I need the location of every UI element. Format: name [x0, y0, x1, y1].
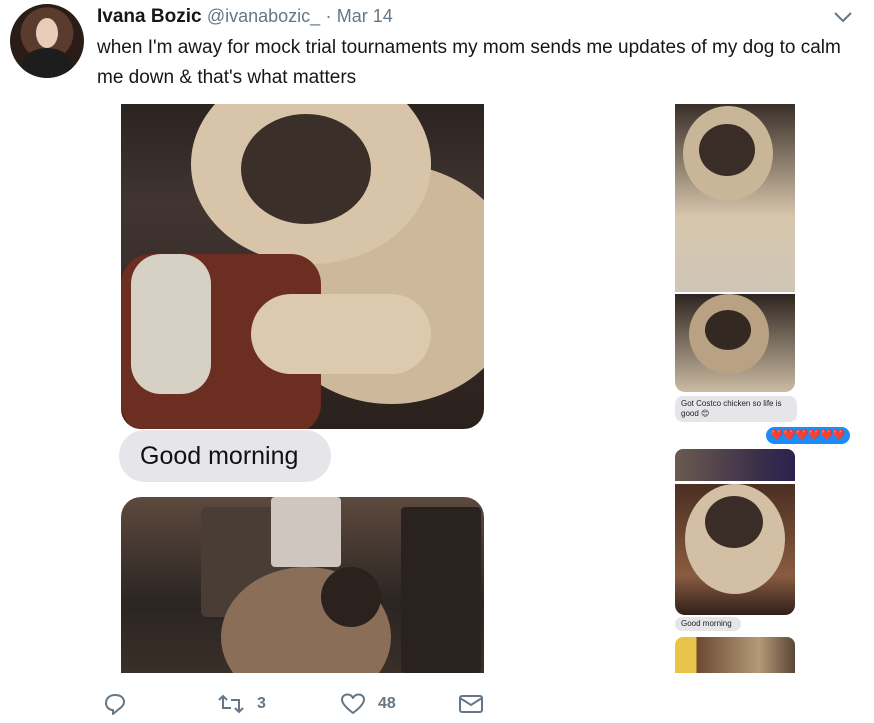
thumbnail-4[interactable]: [675, 484, 795, 615]
thumbnail-3[interactable]: [675, 449, 795, 481]
message-bubble-hearts: ❤️❤️❤️❤️❤️❤️: [766, 427, 850, 444]
reply-icon: [105, 694, 125, 715]
message-bubble-good-morning: Good morning: [119, 430, 331, 482]
thumbnail-5[interactable]: [675, 637, 795, 673]
retweet-icon: [218, 694, 244, 714]
pug-photo-1[interactable]: [121, 104, 484, 429]
thumbnail-2[interactable]: [675, 294, 795, 392]
message-bubble-costco: Got Costco chicken so life is good 😊: [675, 396, 797, 422]
like-button[interactable]: 48: [340, 690, 396, 718]
separator-dot: ·: [325, 6, 332, 26]
retweet-button[interactable]: 3: [217, 690, 266, 718]
fleece-blanket: [131, 254, 211, 394]
tweet-date[interactable]: Mar 14: [337, 6, 393, 26]
chevron-down-icon[interactable]: [832, 8, 854, 26]
thumbnail-1[interactable]: [675, 104, 795, 292]
avatar-body: [22, 48, 72, 78]
thumb-pug-muzzle-4: [705, 496, 763, 548]
pug-paw: [251, 294, 431, 374]
like-count: 48: [378, 695, 396, 712]
reply-button[interactable]: [104, 690, 138, 718]
avatar[interactable]: [10, 4, 84, 78]
tweet-actions: 3 48: [0, 690, 874, 720]
thumb-pug-muzzle: [699, 124, 755, 176]
window: [271, 497, 341, 567]
user-handle[interactable]: @ivanabozic_: [207, 6, 320, 26]
shelf: [401, 507, 481, 673]
heart-icon: [341, 693, 365, 714]
direct-message-button[interactable]: [458, 690, 484, 718]
pug-ear-2: [321, 567, 381, 627]
retweet-count: 3: [257, 695, 266, 712]
tweet-header: Ivana Bozic @ivanabozic_ · Mar 14: [97, 6, 393, 28]
display-name[interactable]: Ivana Bozic: [97, 6, 202, 27]
pug-photo-2[interactable]: [121, 497, 484, 673]
message-bubble-good-morning-small: Good morning: [675, 617, 741, 631]
pug-muzzle: [241, 114, 371, 224]
message-icon: [459, 695, 483, 713]
thumb-pug-muzzle-2: [705, 310, 751, 350]
avatar-face: [36, 18, 58, 48]
tweet-text: when I'm away for mock trial tournaments…: [97, 37, 841, 88]
